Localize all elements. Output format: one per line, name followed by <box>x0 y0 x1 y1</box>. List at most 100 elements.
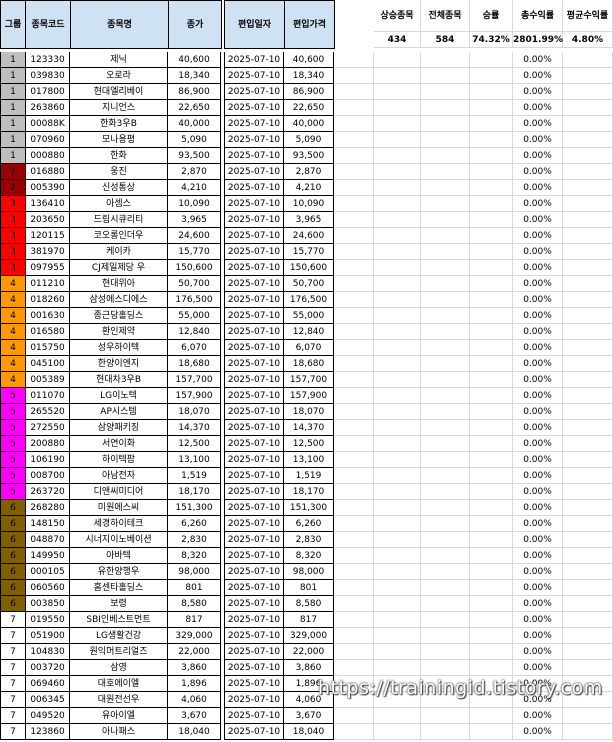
row-blank-cell[interactable] <box>421 260 470 276</box>
row-blank-cell[interactable] <box>374 724 421 740</box>
row-blank-cell[interactable] <box>374 324 421 340</box>
row-return-cell[interactable]: 0.00% <box>513 564 563 580</box>
row-blank-cell[interactable] <box>374 404 421 420</box>
row-blank-cell[interactable] <box>470 388 513 404</box>
row-blank-cell[interactable] <box>563 244 613 260</box>
row-code-cell[interactable]: 203650 <box>26 212 70 228</box>
row-name-cell[interactable]: 현대엘리베이 <box>70 84 168 100</box>
row-blank-cell[interactable] <box>470 276 513 292</box>
row-name-cell[interactable]: 디앤씨미디어 <box>70 484 168 500</box>
row-code-cell[interactable]: 381970 <box>26 244 70 260</box>
row-return-cell[interactable]: 0.00% <box>513 660 563 676</box>
row-close-cell[interactable]: 12,840 <box>168 324 221 340</box>
row-price-cell[interactable]: 86,900 <box>284 84 334 100</box>
row-name-cell[interactable]: 서연이화 <box>70 436 168 452</box>
row-code-cell[interactable]: 001630 <box>26 308 70 324</box>
row-name-cell[interactable]: 드림시큐리티 <box>70 212 168 228</box>
row-blank-cell[interactable] <box>563 548 613 564</box>
row-code-cell[interactable]: 265520 <box>26 404 70 420</box>
row-blank-cell[interactable] <box>334 68 374 84</box>
row-return-cell[interactable]: 0.00% <box>513 628 563 644</box>
row-code-cell[interactable]: 008700 <box>26 468 70 484</box>
row-blank-cell[interactable] <box>334 340 374 356</box>
row-name-cell[interactable]: 모나용평 <box>70 132 168 148</box>
row-group-cell[interactable]: 5 <box>0 436 26 452</box>
row-name-cell[interactable]: 미원에스씨 <box>70 500 168 516</box>
row-close-cell[interactable]: 3,860 <box>168 660 221 676</box>
row-code-cell[interactable]: 097955 <box>26 260 70 276</box>
table-row[interactable]: 7 051900 LG생활건강 329,000 2025-07-10 329,000 0.0… <box>0 628 613 644</box>
row-group-cell[interactable]: 3 <box>0 228 26 244</box>
row-name-cell[interactable]: 삼영 <box>70 660 168 676</box>
row-blank-cell[interactable] <box>374 500 421 516</box>
row-blank-cell[interactable] <box>374 244 421 260</box>
row-blank-cell[interactable] <box>470 116 513 132</box>
row-group-cell[interactable]: 4 <box>0 292 26 308</box>
row-blank-cell[interactable] <box>334 324 374 340</box>
row-close-cell[interactable]: 12,500 <box>168 436 221 452</box>
row-blank-cell[interactable] <box>334 404 374 420</box>
row-name-cell[interactable]: 보령 <box>70 596 168 612</box>
row-close-cell[interactable]: 329,000 <box>168 628 221 644</box>
row-return-cell[interactable]: 0.00% <box>513 260 563 276</box>
row-blank-cell[interactable] <box>421 212 470 228</box>
row-blank-cell[interactable] <box>334 100 374 116</box>
row-blank-cell[interactable] <box>421 292 470 308</box>
row-blank-cell[interactable] <box>334 372 374 388</box>
row-blank-cell[interactable] <box>421 564 470 580</box>
row-code-cell[interactable]: 003720 <box>26 660 70 676</box>
row-blank-cell[interactable] <box>374 132 421 148</box>
row-blank-cell[interactable] <box>334 180 374 196</box>
row-name-cell[interactable]: 제닉 <box>70 52 168 68</box>
table-row[interactable]: 7 019550 SBI인베스트먼트 817 2025-07-10 817 0.00% <box>0 612 613 628</box>
row-price-cell[interactable]: 176,500 <box>284 292 334 308</box>
row-blank-cell[interactable] <box>374 612 421 628</box>
row-group-cell[interactable]: 3 <box>0 244 26 260</box>
row-name-cell[interactable]: 삼성에스디에스 <box>70 292 168 308</box>
row-return-cell[interactable]: 0.00% <box>513 228 563 244</box>
row-return-cell[interactable]: 0.00% <box>513 452 563 468</box>
row-group-cell[interactable]: 4 <box>0 372 26 388</box>
row-date-cell[interactable]: 2025-07-10 <box>224 436 284 452</box>
header-code[interactable]: 종목코드 <box>25 0 71 49</box>
row-price-cell[interactable]: 98,000 <box>284 564 334 580</box>
row-date-cell[interactable]: 2025-07-10 <box>224 276 284 292</box>
row-group-cell[interactable]: 7 <box>0 628 26 644</box>
row-name-cell[interactable]: 성우하이텍 <box>70 340 168 356</box>
row-code-cell[interactable]: 019550 <box>26 612 70 628</box>
row-group-cell[interactable]: 3 <box>0 260 26 276</box>
table-row[interactable]: 2 016880 웅진 2,870 2025-07-10 2,870 0.00% <box>0 164 613 180</box>
row-close-cell[interactable]: 40,600 <box>168 52 221 68</box>
row-return-cell[interactable]: 0.00% <box>513 100 563 116</box>
row-blank-cell[interactable] <box>563 228 613 244</box>
row-date-cell[interactable]: 2025-07-10 <box>224 372 284 388</box>
table-row[interactable]: 6 000105 유한양행우 98,000 2025-07-10 98,000 0.00% <box>0 564 613 580</box>
row-return-cell[interactable]: 0.00% <box>513 420 563 436</box>
row-close-cell[interactable]: 18,170 <box>168 484 221 500</box>
row-blank-cell[interactable] <box>374 644 421 660</box>
table-row[interactable]: 1 017800 현대엘리베이 86,900 2025-07-10 86,900 0.00% <box>0 84 613 100</box>
row-name-cell[interactable]: 코오롱인더우 <box>70 228 168 244</box>
row-close-cell[interactable]: 14,370 <box>168 420 221 436</box>
row-name-cell[interactable]: 아나패스 <box>70 724 168 740</box>
row-group-cell[interactable]: 4 <box>0 324 26 340</box>
row-blank-cell[interactable] <box>334 580 374 596</box>
row-price-cell[interactable]: 157,700 <box>284 372 334 388</box>
row-group-cell[interactable]: 3 <box>0 196 26 212</box>
row-blank-cell[interactable] <box>374 228 421 244</box>
row-code-cell[interactable]: 011210 <box>26 276 70 292</box>
row-name-cell[interactable]: 시너지이노베이션 <box>70 532 168 548</box>
row-group-cell[interactable]: 4 <box>0 340 26 356</box>
row-blank-cell[interactable] <box>563 356 613 372</box>
table-row[interactable]: 3 097955 CJ제일제당 우 150,600 2025-07-10 150,600 0… <box>0 260 613 276</box>
row-blank-cell[interactable] <box>421 132 470 148</box>
row-code-cell[interactable]: 060560 <box>26 580 70 596</box>
row-blank-cell[interactable] <box>563 260 613 276</box>
row-blank-cell[interactable] <box>470 228 513 244</box>
row-return-cell[interactable]: 0.00% <box>513 596 563 612</box>
row-blank-cell[interactable] <box>470 68 513 84</box>
row-blank-cell[interactable] <box>334 436 374 452</box>
row-price-cell[interactable]: 2,870 <box>284 164 334 180</box>
row-close-cell[interactable]: 18,340 <box>168 68 221 84</box>
row-return-cell[interactable]: 0.00% <box>513 52 563 68</box>
